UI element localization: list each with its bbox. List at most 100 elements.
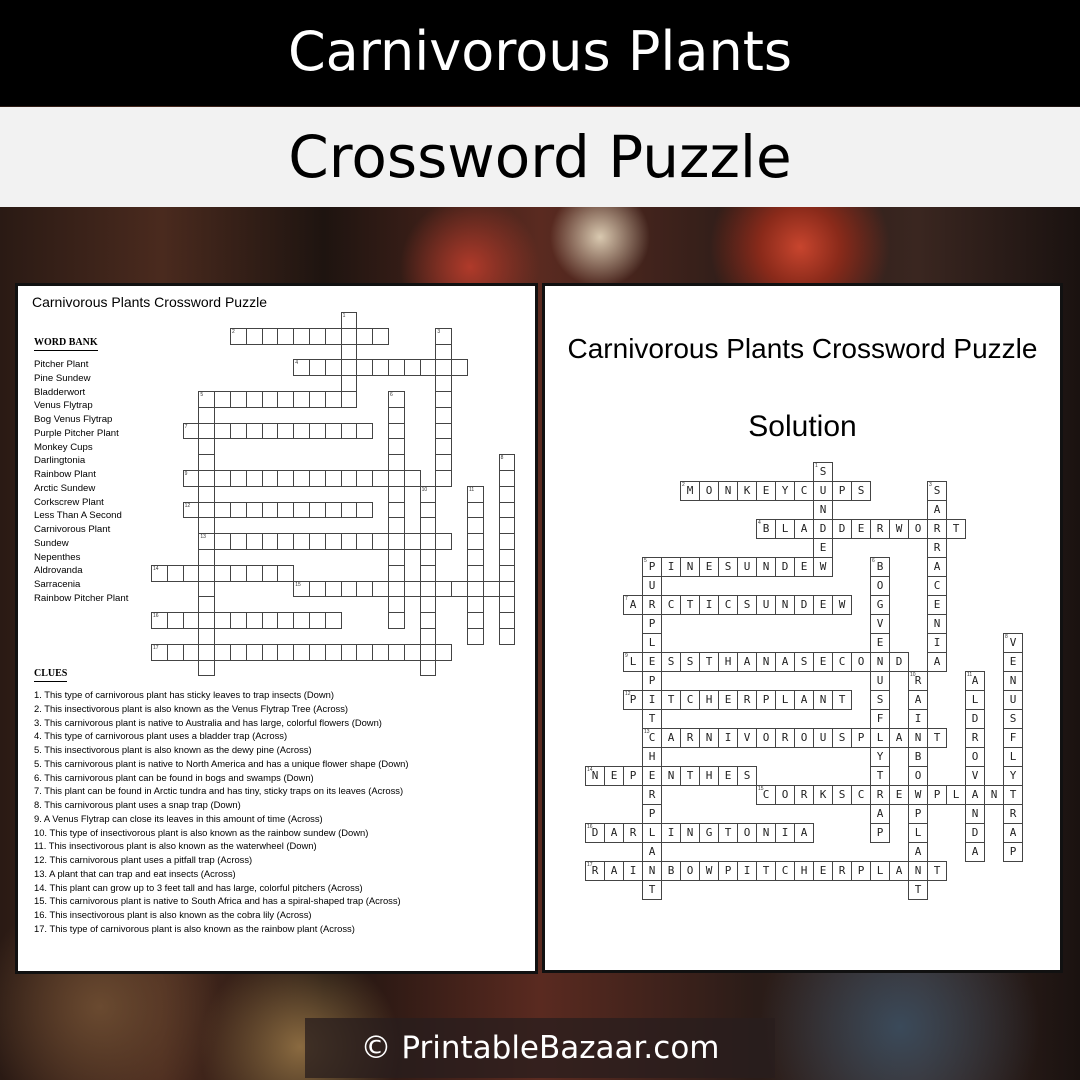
crossword-cell[interactable] <box>324 612 342 629</box>
crossword-cell[interactable] <box>419 517 437 535</box>
crossword-cell[interactable] <box>324 327 342 345</box>
crossword-cell[interactable] <box>419 359 437 377</box>
crossword-cell[interactable] <box>388 501 405 519</box>
crossword-cell[interactable] <box>309 359 326 377</box>
crossword-cell[interactable] <box>182 643 200 661</box>
crossword-cell[interactable] <box>419 612 437 629</box>
crossword-cell[interactable] <box>245 391 263 408</box>
crossword-cell[interactable] <box>340 501 358 519</box>
crossword-cell[interactable] <box>419 549 437 566</box>
crossword-cell[interactable] <box>403 359 421 377</box>
crossword-cell[interactable] <box>435 470 453 487</box>
crossword-cell[interactable] <box>356 501 374 519</box>
crossword-cell[interactable] <box>198 643 216 661</box>
crossword-cell[interactable] <box>340 343 358 361</box>
crossword-cell[interactable] <box>340 580 358 598</box>
crossword-cell[interactable] <box>482 580 500 598</box>
crossword-cell[interactable]: 2 <box>230 327 247 345</box>
crossword-cell[interactable] <box>214 564 231 582</box>
crossword-cell[interactable] <box>388 580 405 598</box>
crossword-cell[interactable] <box>198 438 216 456</box>
crossword-cell[interactable] <box>356 359 374 377</box>
crossword-cell[interactable] <box>372 470 389 487</box>
crossword-cell[interactable] <box>309 501 326 519</box>
crossword-cell[interactable] <box>261 470 279 487</box>
crossword-cell[interactable] <box>324 580 342 598</box>
crossword-cell[interactable] <box>309 580 326 598</box>
crossword-cell[interactable] <box>356 327 374 345</box>
crossword-cell[interactable] <box>324 533 342 550</box>
crossword-cell[interactable] <box>293 422 310 440</box>
crossword-cell[interactable] <box>230 422 247 440</box>
crossword-cell[interactable] <box>435 454 453 471</box>
crossword-cell[interactable] <box>340 643 358 661</box>
crossword-cell[interactable] <box>435 375 453 392</box>
crossword-cell[interactable] <box>388 549 405 566</box>
crossword-cell[interactable] <box>182 612 200 629</box>
crossword-cell[interactable] <box>467 596 484 614</box>
crossword-cell[interactable] <box>182 564 200 582</box>
crossword-cell[interactable]: 8 <box>498 454 516 471</box>
crossword-cell[interactable] <box>166 643 184 661</box>
crossword-cell[interactable] <box>388 422 405 440</box>
crossword-cell[interactable] <box>467 501 484 519</box>
crossword-cell[interactable] <box>293 327 310 345</box>
crossword-cell[interactable] <box>277 612 295 629</box>
crossword-cell[interactable] <box>166 612 184 629</box>
crossword-cell[interactable] <box>340 359 358 377</box>
crossword-cell[interactable] <box>403 470 421 487</box>
crossword-cell[interactable] <box>435 359 453 377</box>
crossword-cell[interactable] <box>198 501 216 519</box>
crossword-cell[interactable] <box>293 470 310 487</box>
crossword-cell[interactable]: 15 <box>293 580 310 598</box>
crossword-cell[interactable] <box>467 564 484 582</box>
crossword-cell[interactable] <box>230 533 247 550</box>
crossword-cell[interactable] <box>214 643 231 661</box>
crossword-cell[interactable] <box>419 643 437 661</box>
crossword-cell[interactable] <box>467 533 484 550</box>
crossword-cell[interactable] <box>419 501 437 519</box>
crossword-cell[interactable] <box>214 533 231 550</box>
crossword-cell[interactable] <box>498 596 516 614</box>
crossword-cell[interactable] <box>467 580 484 598</box>
crossword-cell[interactable]: 6 <box>388 391 405 408</box>
crossword-cell[interactable] <box>419 564 437 582</box>
crossword-cell[interactable] <box>435 643 453 661</box>
crossword-cell[interactable] <box>198 406 216 424</box>
crossword-cell[interactable] <box>245 612 263 629</box>
crossword-cell[interactable] <box>261 564 279 582</box>
crossword-cell[interactable] <box>166 564 184 582</box>
crossword-cell[interactable]: 17 <box>151 643 168 661</box>
crossword-cell[interactable] <box>419 628 437 645</box>
crossword-cell[interactable] <box>403 580 421 598</box>
crossword-cell[interactable] <box>230 643 247 661</box>
crossword-cell[interactable] <box>388 533 405 550</box>
crossword-cell[interactable] <box>309 422 326 440</box>
crossword-cell[interactable] <box>419 533 437 550</box>
crossword-cell[interactable] <box>198 454 216 471</box>
crossword-cell[interactable] <box>245 327 263 345</box>
crossword-cell[interactable] <box>277 391 295 408</box>
crossword-cell[interactable] <box>198 596 216 614</box>
crossword-cell[interactable] <box>198 580 216 598</box>
crossword-cell[interactable] <box>340 470 358 487</box>
crossword-cell[interactable] <box>340 533 358 550</box>
crossword-cell[interactable] <box>356 533 374 550</box>
crossword-cell[interactable] <box>309 643 326 661</box>
crossword-cell[interactable] <box>498 517 516 535</box>
crossword-cell[interactable] <box>498 549 516 566</box>
crossword-cell[interactable] <box>435 533 453 550</box>
crossword-cell[interactable] <box>261 501 279 519</box>
crossword-cell[interactable] <box>498 485 516 503</box>
crossword-cell[interactable] <box>309 533 326 550</box>
crossword-cell[interactable]: 13 <box>198 533 216 550</box>
crossword-cell[interactable] <box>419 596 437 614</box>
crossword-cell[interactable] <box>309 327 326 345</box>
crossword-cell[interactable] <box>309 612 326 629</box>
crossword-cell[interactable] <box>388 612 405 629</box>
crossword-cell[interactable] <box>467 628 484 645</box>
crossword-cell[interactable] <box>467 517 484 535</box>
crossword-cell[interactable] <box>435 438 453 456</box>
crossword-cell[interactable] <box>277 643 295 661</box>
crossword-cell[interactable] <box>451 580 468 598</box>
